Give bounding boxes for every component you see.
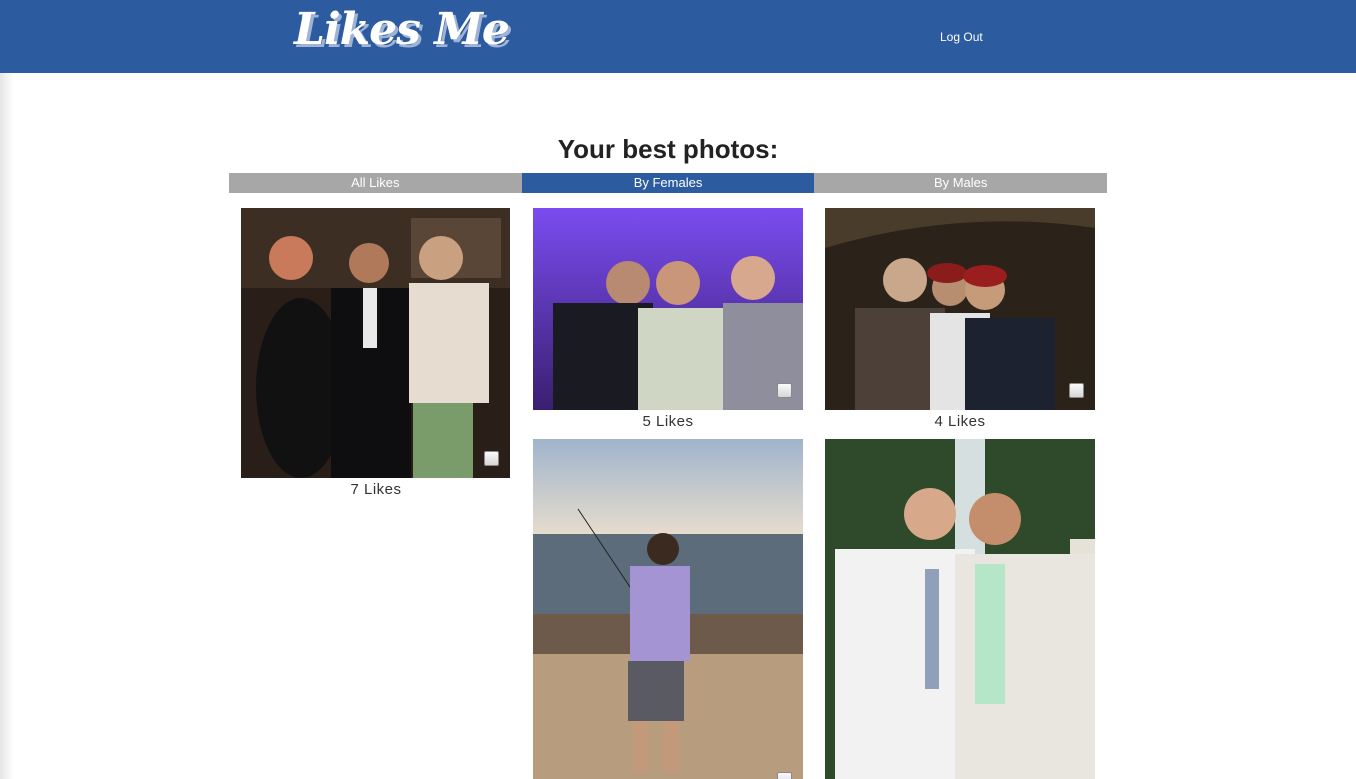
- photo-card-4[interactable]: [533, 439, 803, 779]
- beach-fishing-photo: [533, 439, 803, 779]
- select-checkbox[interactable]: [777, 383, 792, 398]
- group-party-photo: [241, 208, 510, 478]
- likes-me-logo[interactable]: Likes Me: [294, 4, 510, 55]
- page-left-shadow: [0, 73, 14, 779]
- photo-card-5[interactable]: [825, 439, 1095, 779]
- photo-card-2[interactable]: [533, 208, 803, 410]
- select-checkbox[interactable]: [484, 451, 499, 466]
- filter-tabs: All Likes By Females By Males: [229, 173, 1108, 193]
- likes-count: 7 Likes: [350, 481, 402, 498]
- tab-by-females[interactable]: By Females: [521, 173, 815, 193]
- likes-count: 4 Likes: [934, 413, 986, 430]
- select-checkbox[interactable]: [1069, 383, 1084, 398]
- fountain-suits-photo: [825, 439, 1095, 779]
- photo-card-3[interactable]: [825, 208, 1095, 410]
- logout-link[interactable]: Log Out: [940, 30, 983, 44]
- purple-tent-party-photo: [533, 208, 803, 410]
- helmets-night-photo: [825, 208, 1095, 410]
- tab-by-males[interactable]: By Males: [814, 173, 1108, 193]
- page-title: Your best photos:: [557, 134, 779, 164]
- tab-all-likes[interactable]: All Likes: [229, 173, 522, 193]
- photo-card-1[interactable]: [241, 208, 510, 478]
- likes-count: 5 Likes: [642, 413, 694, 430]
- top-navigation-bar: Likes Me Log Out: [0, 0, 1356, 73]
- select-checkbox[interactable]: [777, 772, 792, 779]
